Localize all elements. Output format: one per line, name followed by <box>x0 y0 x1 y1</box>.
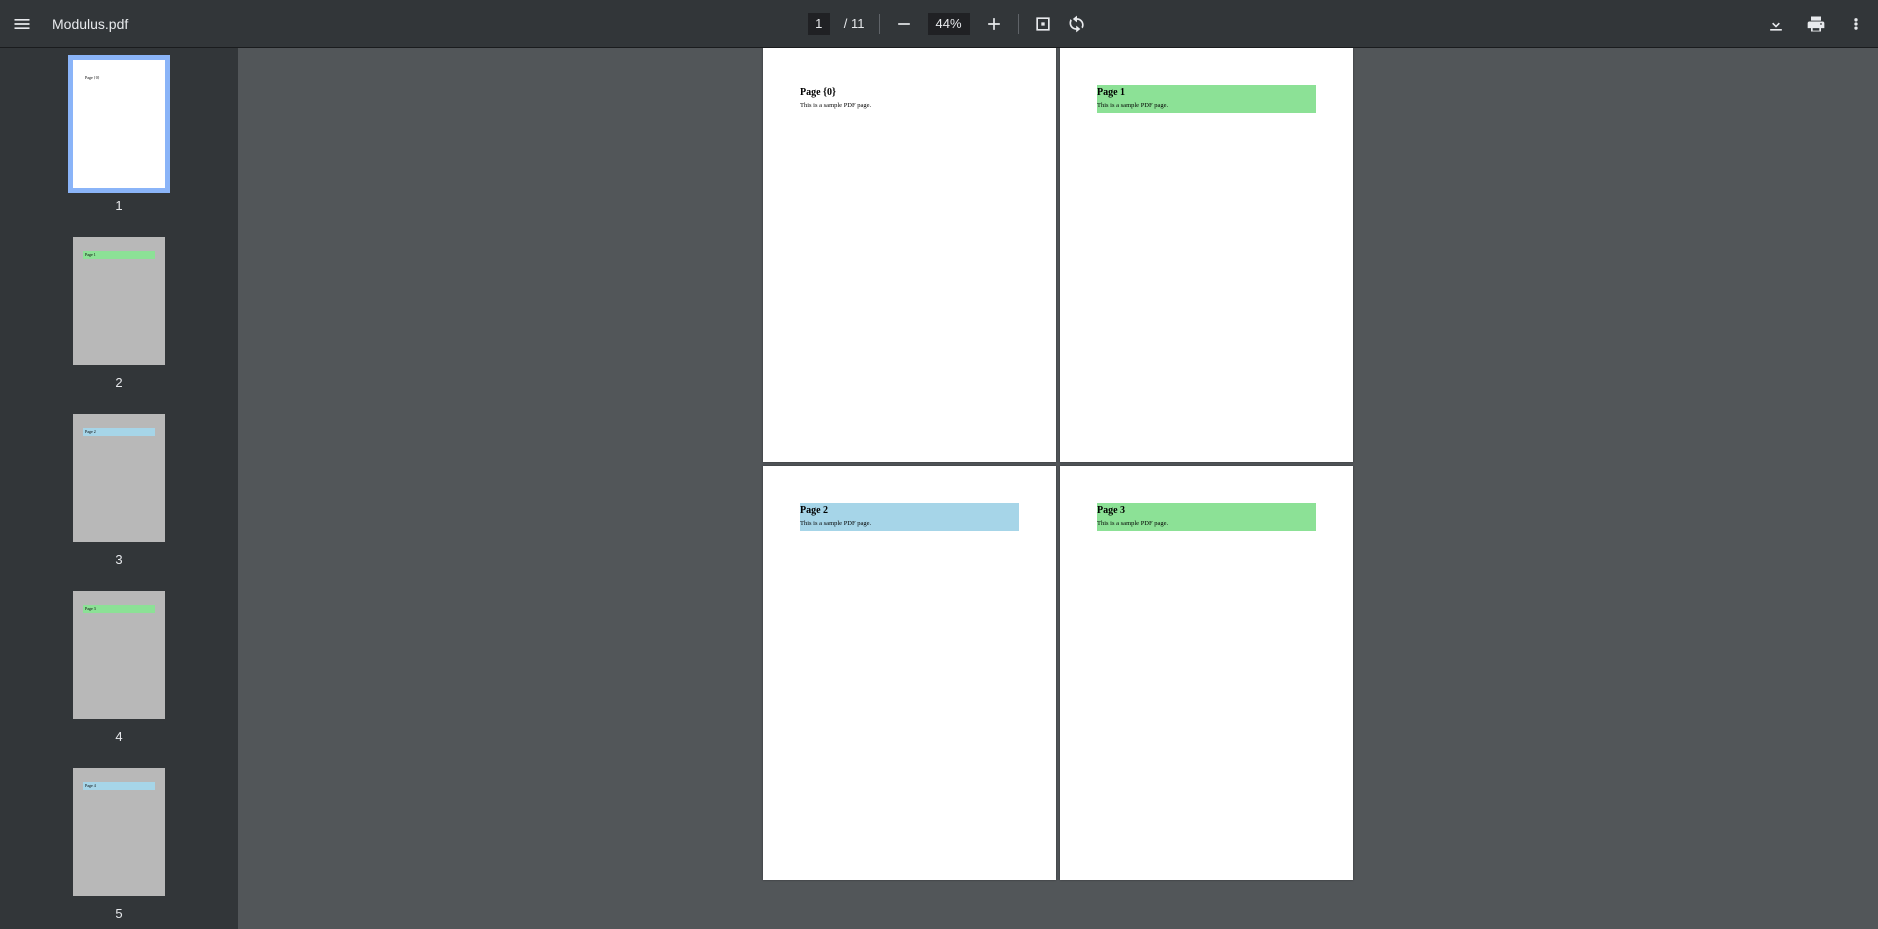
zoom-level-input[interactable] <box>928 13 970 35</box>
download-icon[interactable] <box>1766 14 1786 34</box>
thumbnail-text: Page 1 <box>85 253 96 258</box>
thumbnail-text: Page 3 <box>85 607 96 612</box>
more-icon[interactable] <box>1846 14 1866 34</box>
workspace: Page {0} 1 Page 1 2 Page 2 3 Page 3 4 Page 4 5 Pa… <box>0 48 1878 929</box>
page-grid: Page {0}This is a sample PDF page.Page 1… <box>763 48 1353 869</box>
separator <box>879 14 880 34</box>
thumbnail-label: 1 <box>115 198 122 213</box>
thumbnail-label: 3 <box>115 552 122 567</box>
thumbnail[interactable]: Page 4 5 <box>0 768 238 921</box>
page-number-input[interactable] <box>808 13 830 35</box>
document-title: Modulus.pdf <box>52 16 128 32</box>
separator <box>1018 14 1019 34</box>
page-content: Page 3 This is a sample PDF page. <box>1097 503 1316 527</box>
zoom-out-icon[interactable] <box>894 14 914 34</box>
page-title: Page 2 <box>800 503 1019 516</box>
page-content: Page 2 This is a sample PDF page. <box>800 503 1019 527</box>
thumbnail[interactable]: Page 3 4 <box>0 591 238 744</box>
print-icon[interactable] <box>1806 14 1826 34</box>
thumbnail[interactable]: Page 2 3 <box>0 414 238 567</box>
page[interactable]: Page 2 This is a sample PDF page. <box>763 466 1056 880</box>
thumbnail-label: 5 <box>115 906 122 921</box>
thumbnail-page: Page 3 <box>73 591 165 719</box>
thumbnail-page: Page 4 <box>73 768 165 896</box>
page-title: Page {0} <box>800 85 1019 98</box>
page-body: This is a sample PDF page. <box>1097 520 1316 527</box>
thumbnail[interactable]: Page {0} 1 <box>0 60 238 213</box>
thumbnail-page: Page 1 <box>73 237 165 365</box>
thumbnail-page: Page {0} <box>73 60 165 188</box>
thumbnail-text: Page {0} <box>85 76 100 81</box>
page-body: This is a sample PDF page. <box>800 102 1019 109</box>
page-content: Page 1 This is a sample PDF page. <box>1097 85 1316 109</box>
page-body: This is a sample PDF page. <box>800 520 1019 527</box>
page-total-label: / 11 <box>844 16 865 31</box>
thumbnail-page: Page 2 <box>73 414 165 542</box>
page[interactable]: Page 3 This is a sample PDF page. <box>1060 466 1353 880</box>
page[interactable]: Page {0} This is a sample PDF page. <box>763 48 1056 462</box>
page-title: Page 3 <box>1097 503 1316 516</box>
thumbnail-text: Page 4 <box>85 784 96 789</box>
thumbnail-label: 4 <box>115 729 122 744</box>
thumbnail[interactable]: Page 1 2 <box>0 237 238 390</box>
page-viewport[interactable]: Page {0}This is a sample PDF page.Page 1… <box>238 48 1878 929</box>
menu-icon[interactable] <box>12 14 32 34</box>
fit-to-page-icon[interactable] <box>1033 14 1053 34</box>
thumbnail-label: 2 <box>115 375 122 390</box>
page-content: Page {0} This is a sample PDF page. <box>800 85 1019 109</box>
rotate-icon[interactable] <box>1067 14 1087 34</box>
page-body: This is a sample PDF page. <box>1097 102 1316 109</box>
thumbnail-sidebar[interactable]: Page {0} 1 Page 1 2 Page 2 3 Page 3 4 Page 4 5 <box>0 48 238 929</box>
zoom-in-icon[interactable] <box>984 14 1004 34</box>
page[interactable]: Page 1 This is a sample PDF page. <box>1060 48 1353 462</box>
toolbar: Modulus.pdf / 11 <box>0 0 1878 48</box>
page-title: Page 1 <box>1097 85 1316 98</box>
thumbnail-text: Page 2 <box>85 430 96 435</box>
